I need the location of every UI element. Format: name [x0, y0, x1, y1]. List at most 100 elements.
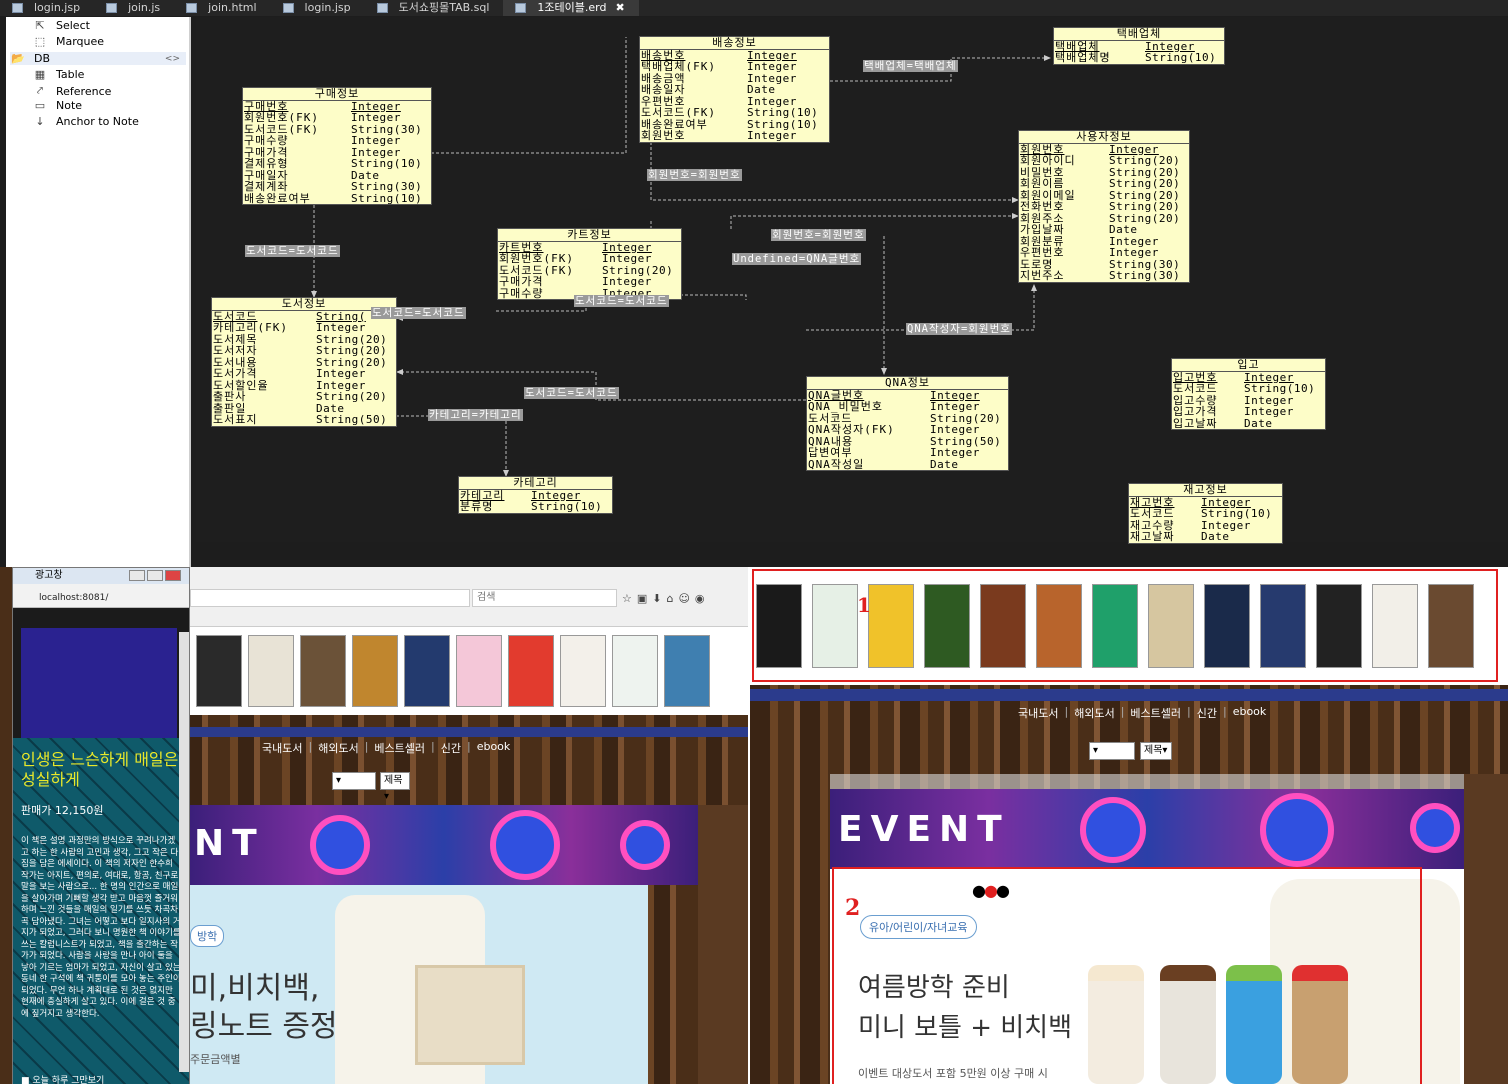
- column-type: Date: [930, 457, 959, 471]
- erd-canvas[interactable]: 택배업체 택배업체 Integer 택배업체명 String(10) 배송정보 배송…: [196, 17, 1508, 544]
- column-type: String(30): [351, 180, 423, 193]
- nav-foreign[interactable]: 해외도서: [1074, 705, 1114, 721]
- entity-delivery-company[interactable]: 택배업체 택배업체 Integer 택배업체명 String(10): [1053, 27, 1225, 65]
- nav-ebook[interactable]: ebook: [1233, 705, 1267, 721]
- nav-new[interactable]: 신간: [1197, 705, 1217, 721]
- address-bar[interactable]: [190, 589, 470, 607]
- entity-user[interactable]: 사용자정보 회원번호 Integer 회원아이디 String(20) 비밀번호 St…: [1018, 130, 1190, 283]
- minimize-icon[interactable]: [129, 570, 145, 581]
- relation-label[interactable]: 회원번호=회원번호: [647, 169, 742, 181]
- collapse-icon[interactable]: <>: [165, 54, 180, 64]
- book-cover[interactable]: [300, 635, 346, 707]
- tab-join-js[interactable]: join.js: [94, 0, 174, 16]
- tab-login-jsp[interactable]: login.jsp: [0, 0, 94, 16]
- relation-label[interactable]: 도서코드=도서코드: [574, 295, 669, 307]
- search-category-select[interactable]: ▾: [332, 772, 376, 790]
- popup-scrollbar[interactable]: [179, 632, 189, 1072]
- tab-label: 1조테이블.erd: [537, 1, 607, 14]
- tab-join-html[interactable]: join.html: [174, 0, 270, 16]
- entity-title: 도서정보: [212, 298, 396, 311]
- entity-title: 구매정보: [243, 88, 431, 101]
- entity-row: 도서저자 String(20): [212, 345, 396, 357]
- entity-title: 입고: [1172, 359, 1325, 372]
- decorative-flower: [490, 810, 560, 880]
- popup-titlebar[interactable]: 광고창: [13, 568, 189, 584]
- relation-label[interactable]: 회원번호=회원번호: [771, 229, 866, 241]
- entity-inbound[interactable]: 입고 입고번호 Integer 도서코드 String(10) 입고수량 Intege…: [1171, 358, 1326, 430]
- decorative-flower: [1260, 793, 1334, 867]
- relation-label[interactable]: QNA작성자=회원번호: [906, 323, 1012, 335]
- column-type: String(10): [351, 191, 423, 205]
- column-type: Date: [1244, 416, 1273, 430]
- nav-separator: |: [431, 740, 435, 753]
- book-cover[interactable]: [560, 635, 606, 707]
- book-cover[interactable]: [508, 635, 554, 707]
- book-cover[interactable]: [352, 635, 398, 707]
- palette-marquee[interactable]: ⬚ Marquee: [32, 35, 104, 48]
- column-name: 배송완료여부: [244, 191, 311, 205]
- nav-bestseller[interactable]: 베스트셀러: [1130, 705, 1181, 721]
- nav-domestic[interactable]: 국내도서: [262, 740, 302, 756]
- marquee-icon: ⬚: [34, 35, 46, 48]
- maximize-icon[interactable]: [147, 570, 163, 581]
- annotation-number-2: 2: [845, 895, 861, 921]
- tab-erd[interactable]: 1조테이블.erd ✖: [503, 0, 639, 16]
- book-cover[interactable]: [248, 635, 294, 707]
- close-icon[interactable]: [165, 570, 181, 581]
- nav-domestic[interactable]: 국내도서: [1018, 705, 1058, 721]
- palette-note[interactable]: ▭ Note: [32, 99, 82, 112]
- main-nav: 국내도서 | 해외도서 | 베스트셀러 | 신간 | ebook: [262, 740, 510, 756]
- popup-address-bar[interactable]: localhost:8081/: [13, 588, 189, 608]
- entity-row: 배송일자 Date: [640, 84, 829, 96]
- popup-window[interactable]: 광고창 localhost:8081/ 인생은 느슨하게 매일은 성실하게 판매…: [12, 567, 190, 1086]
- tab-label: join.js: [128, 1, 161, 14]
- entity-qna[interactable]: QNA정보 QNA글번호 Integer QNA_비밀번호 Integer 도서코드…: [806, 376, 1009, 471]
- column-name: 출판사: [213, 390, 247, 403]
- tab-login-jsp-2[interactable]: login.jsp: [271, 0, 365, 16]
- jsp-file-icon: [282, 3, 294, 13]
- checkbox-icon[interactable]: ■: [21, 1076, 32, 1086]
- entity-title: 택배업체: [1054, 28, 1224, 41]
- book-cover[interactable]: [196, 635, 242, 707]
- palette-anchor[interactable]: ↓ Anchor to Note: [32, 115, 138, 128]
- nav-foreign[interactable]: 해외도서: [318, 740, 358, 756]
- entity-purchase[interactable]: 구매정보 구매번호 Integer 회원번호(FK) Integer 도서코드(FK…: [242, 87, 432, 205]
- book-cover[interactable]: [404, 635, 450, 707]
- entity-stock[interactable]: 재고정보 재고번호 Integer 도서코드 String(10) 재고수량 Inte…: [1128, 483, 1283, 544]
- search-category-select[interactable]: ▾: [1089, 742, 1135, 760]
- palette-reference[interactable]: ⤤ Reference: [32, 84, 112, 98]
- relation-label[interactable]: Undefined=QNA글번호: [732, 253, 862, 265]
- js-file-icon: [106, 3, 118, 13]
- nav-bestseller[interactable]: 베스트셀러: [374, 740, 425, 756]
- entity-category[interactable]: 카테고리 카테고리 Integer 분류명 String(10): [458, 476, 613, 514]
- relation-label[interactable]: 도서코드=도서코드: [371, 307, 466, 319]
- relation-label[interactable]: 카테고리=카테고리: [428, 409, 523, 421]
- relation-label[interactable]: 택배업체=택배업체: [863, 60, 958, 72]
- nav-ebook[interactable]: ebook: [477, 740, 511, 756]
- popup-book-cover: [21, 628, 177, 738]
- browser-search-input[interactable]: 검색: [472, 589, 617, 607]
- popup-url: localhost:8081/: [39, 593, 109, 603]
- entity-cart[interactable]: 카트정보 카트번호 Integer 회원번호(FK) Integer 도서코드(FK…: [497, 228, 682, 300]
- book-cover[interactable]: [612, 635, 658, 707]
- close-icon[interactable]: ✖: [615, 0, 624, 16]
- tab-sql[interactable]: 도서쇼핑몰TAB.sql: [365, 0, 504, 16]
- column-type: String(20): [1109, 177, 1181, 190]
- entity-book[interactable]: 도서정보 도서코드 String( 카테고리(FK) Integer 도서제목 Str…: [211, 297, 397, 427]
- palette-db-group[interactable]: 📂 DB <>: [10, 52, 186, 65]
- promo-banner[interactable]: 방학 미,비치백, 링노트 증정 주문금액별: [190, 885, 648, 1084]
- nav-new[interactable]: 신간: [441, 740, 461, 756]
- browser-toolbar-icons[interactable]: ☆▣⬇⌂☺◉: [622, 592, 710, 605]
- event-title: NT: [194, 823, 265, 864]
- popup-dismiss[interactable]: ■ 오늘 하루 그만보기: [21, 1073, 104, 1086]
- search-button[interactable]: 제목▾: [1140, 742, 1172, 760]
- palette-select[interactable]: ⇱ Select: [32, 19, 90, 32]
- book-cover[interactable]: [664, 635, 710, 707]
- relation-label[interactable]: 도서코드=도서코드: [245, 245, 340, 257]
- palette-table[interactable]: ▦ Table: [32, 68, 85, 81]
- entity-shipping[interactable]: 배송정보 배송번호 Integer 택배업체(FK) Integer 배송금액 Int…: [639, 36, 830, 143]
- nav-separator: |: [1064, 705, 1069, 718]
- book-cover[interactable]: [456, 635, 502, 707]
- search-button[interactable]: 제목▾: [380, 772, 410, 802]
- relation-label[interactable]: 도서코드=도서코드: [524, 387, 619, 399]
